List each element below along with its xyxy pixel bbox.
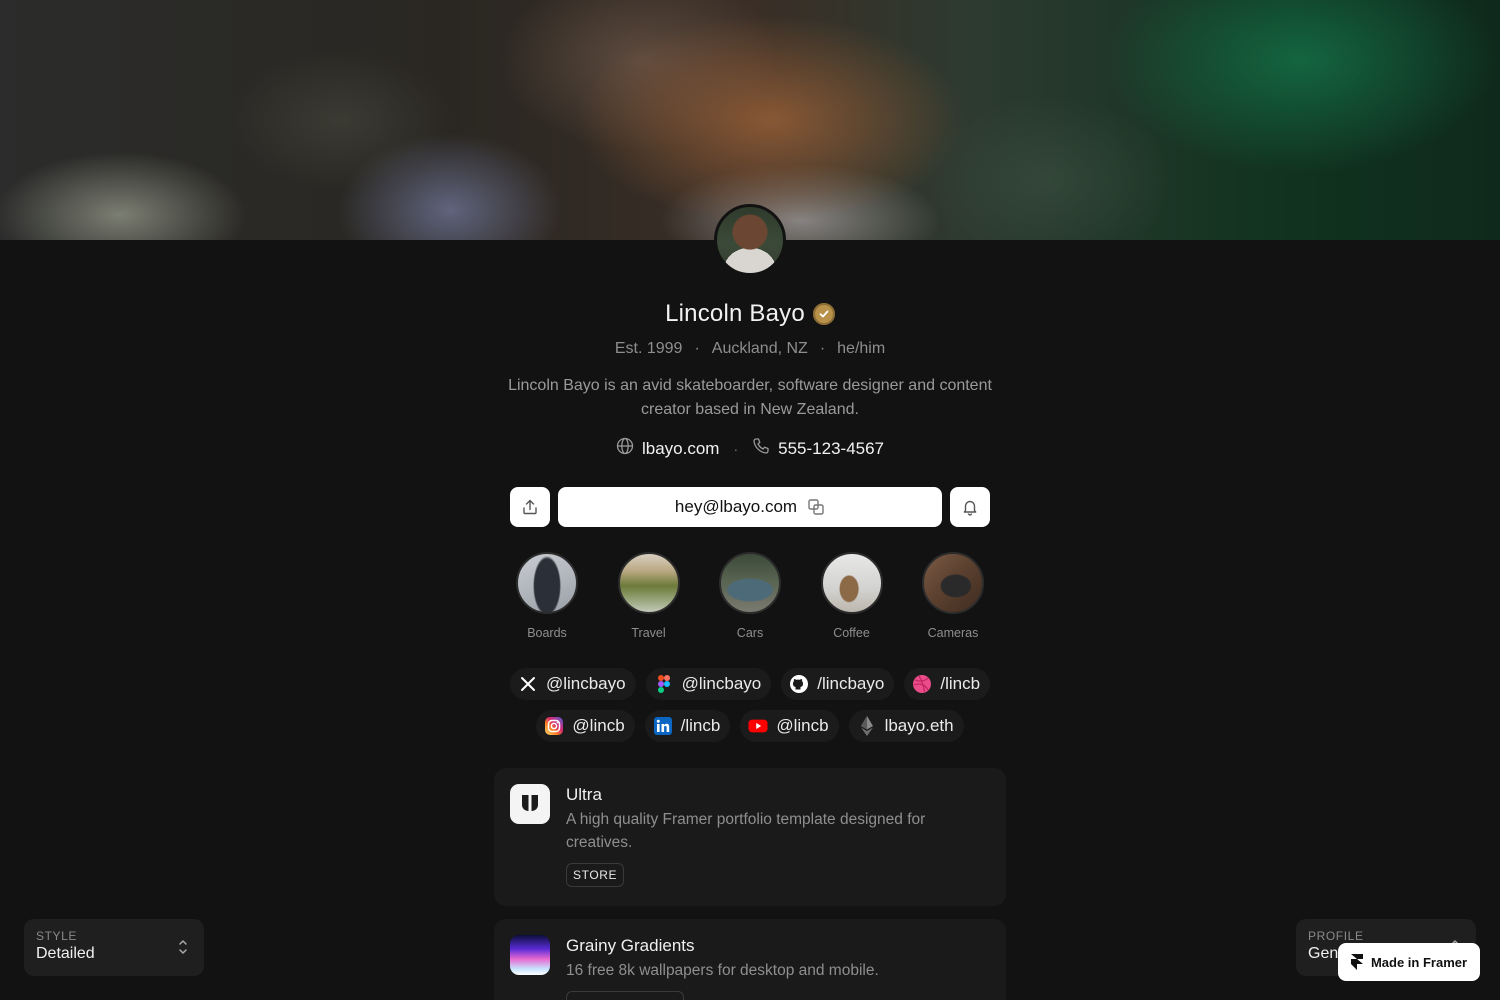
highlight-label: Boards (527, 626, 567, 640)
highlight-image (617, 552, 680, 614)
profile-bio: Lincoln Bayo is an avid skateboarder, so… (508, 377, 992, 418)
social-instagram[interactable]: @lincb (536, 710, 635, 742)
highlight-label: Cameras (927, 626, 979, 640)
meta-separator: · (694, 340, 700, 357)
framer-logo-icon (1350, 954, 1363, 970)
card-title: Grainy Gradients (566, 936, 695, 955)
style-select-value: Detailed (36, 945, 95, 962)
youtube-icon (748, 716, 768, 736)
instagram-icon (544, 716, 564, 736)
ethereum-icon (857, 716, 877, 736)
email-label: hey@lbayo.com (674, 497, 798, 516)
social-ethereum[interactable]: lbayo.eth (848, 710, 964, 742)
highlight-image (719, 552, 781, 614)
share-icon (523, 499, 537, 515)
highlight-travel[interactable]: Travel (609, 552, 689, 640)
highlight-label: Coffee (833, 626, 870, 640)
social-github[interactable]: /lincbayo (781, 668, 895, 700)
social-handle: @lincbayo (681, 674, 762, 693)
profile-name: Lincoln Bayo (665, 300, 805, 327)
established-year: Est. 1999 (614, 340, 683, 357)
linkedin-icon (653, 716, 673, 736)
social-linkedin[interactable]: /lincb (644, 710, 731, 742)
chevron-up-down-icon (179, 940, 187, 954)
ultra-logo-icon (510, 784, 550, 824)
highlights: Boards Travel Cars Coffee Cameras (507, 552, 993, 640)
social-youtube[interactable]: @lincb (740, 710, 839, 742)
style-select[interactable]: STYLE Detailed (24, 919, 204, 976)
meta-separator: · (819, 340, 826, 357)
phone-link[interactable]: 555-123-4567 (752, 437, 884, 460)
social-row: @lincbayo @lincbayo /lincbayo /lincb (509, 668, 991, 700)
gradient-thumbnail-icon (510, 935, 550, 975)
social-handle: @lincb (776, 716, 829, 735)
phone-label: 555-123-4567 (778, 438, 885, 458)
highlight-image (820, 552, 883, 614)
social-handle: /lincbayo (817, 674, 885, 693)
share-button[interactable] (510, 487, 550, 527)
card-title: Ultra (566, 785, 602, 804)
highlight-label: Cars (736, 626, 764, 640)
x-icon (518, 674, 538, 694)
profile-select-label: PROFILE (1308, 929, 1364, 943)
card-tag (566, 991, 684, 1000)
copy-icon (808, 499, 824, 515)
badge-label: Made in Framer (1370, 954, 1468, 970)
social-handle: @lincb (572, 716, 625, 735)
card-tag: STORE (566, 863, 625, 887)
profile-header: Lincoln Bayo (0, 300, 1500, 328)
pronouns: he/him (837, 340, 886, 357)
contact-row: lbayo.com · 555-123-4567 (0, 437, 1500, 460)
profile-meta: Est. 1999 · Auckland, NZ · he/him (0, 340, 1500, 358)
made-in-framer-badge[interactable]: Made in Framer (1338, 943, 1480, 981)
bell-icon (963, 500, 977, 516)
phone-icon (752, 437, 770, 460)
social-dribbble[interactable]: /lincb (904, 668, 991, 700)
social-row: @lincb /lincb @lincb lbayo.eth (536, 710, 964, 742)
social-handle: /lincb (680, 716, 721, 735)
card-body: Grainy Gradients 16 free 8k wallpapers f… (566, 935, 986, 1000)
highlight-image (922, 552, 984, 614)
figma-icon (654, 674, 674, 694)
social-handle: lbayo.eth (884, 716, 954, 735)
website-link[interactable]: lbayo.com (616, 437, 719, 460)
highlight-cameras[interactable]: Cameras (913, 552, 993, 640)
card-description: A high quality Framer portfolio template… (566, 811, 926, 851)
location: Auckland, NZ (711, 340, 808, 357)
social-x[interactable]: @lincbayo (509, 668, 636, 700)
globe-icon (616, 437, 634, 460)
highlight-cars[interactable]: Cars (710, 552, 790, 640)
avatar (714, 204, 786, 276)
notify-button[interactable] (950, 487, 990, 527)
style-select-label: STYLE (36, 929, 78, 943)
copy-email-button[interactable]: hey@lbayo.com (558, 487, 942, 527)
project-card-ultra[interactable]: Ultra A high quality Framer portfolio te… (494, 768, 1006, 906)
social-handle: @lincbayo (545, 674, 626, 693)
social-figma[interactable]: @lincbayo (645, 668, 772, 700)
highlight-coffee[interactable]: Coffee (812, 552, 892, 640)
project-card-grainy-gradients[interactable]: Grainy Gradients 16 free 8k wallpapers f… (494, 919, 1006, 1000)
action-row: hey@lbayo.com (510, 487, 990, 527)
highlight-boards[interactable]: Boards (507, 552, 587, 640)
website-label: lbayo.com (641, 438, 720, 458)
github-icon (789, 674, 809, 694)
card-body: Ultra A high quality Framer portfolio te… (566, 784, 986, 887)
highlight-label: Travel (631, 626, 666, 640)
dribbble-icon (912, 674, 932, 694)
verified-badge-icon (812, 303, 835, 325)
social-links: @lincbayo @lincbayo /lincbayo /lincb @li… (0, 668, 1500, 742)
card-description: 16 free 8k wallpapers for desktop and mo… (566, 962, 879, 979)
contact-separator: · (733, 440, 739, 457)
social-handle: /lincb (940, 674, 981, 693)
highlight-image (516, 552, 578, 614)
